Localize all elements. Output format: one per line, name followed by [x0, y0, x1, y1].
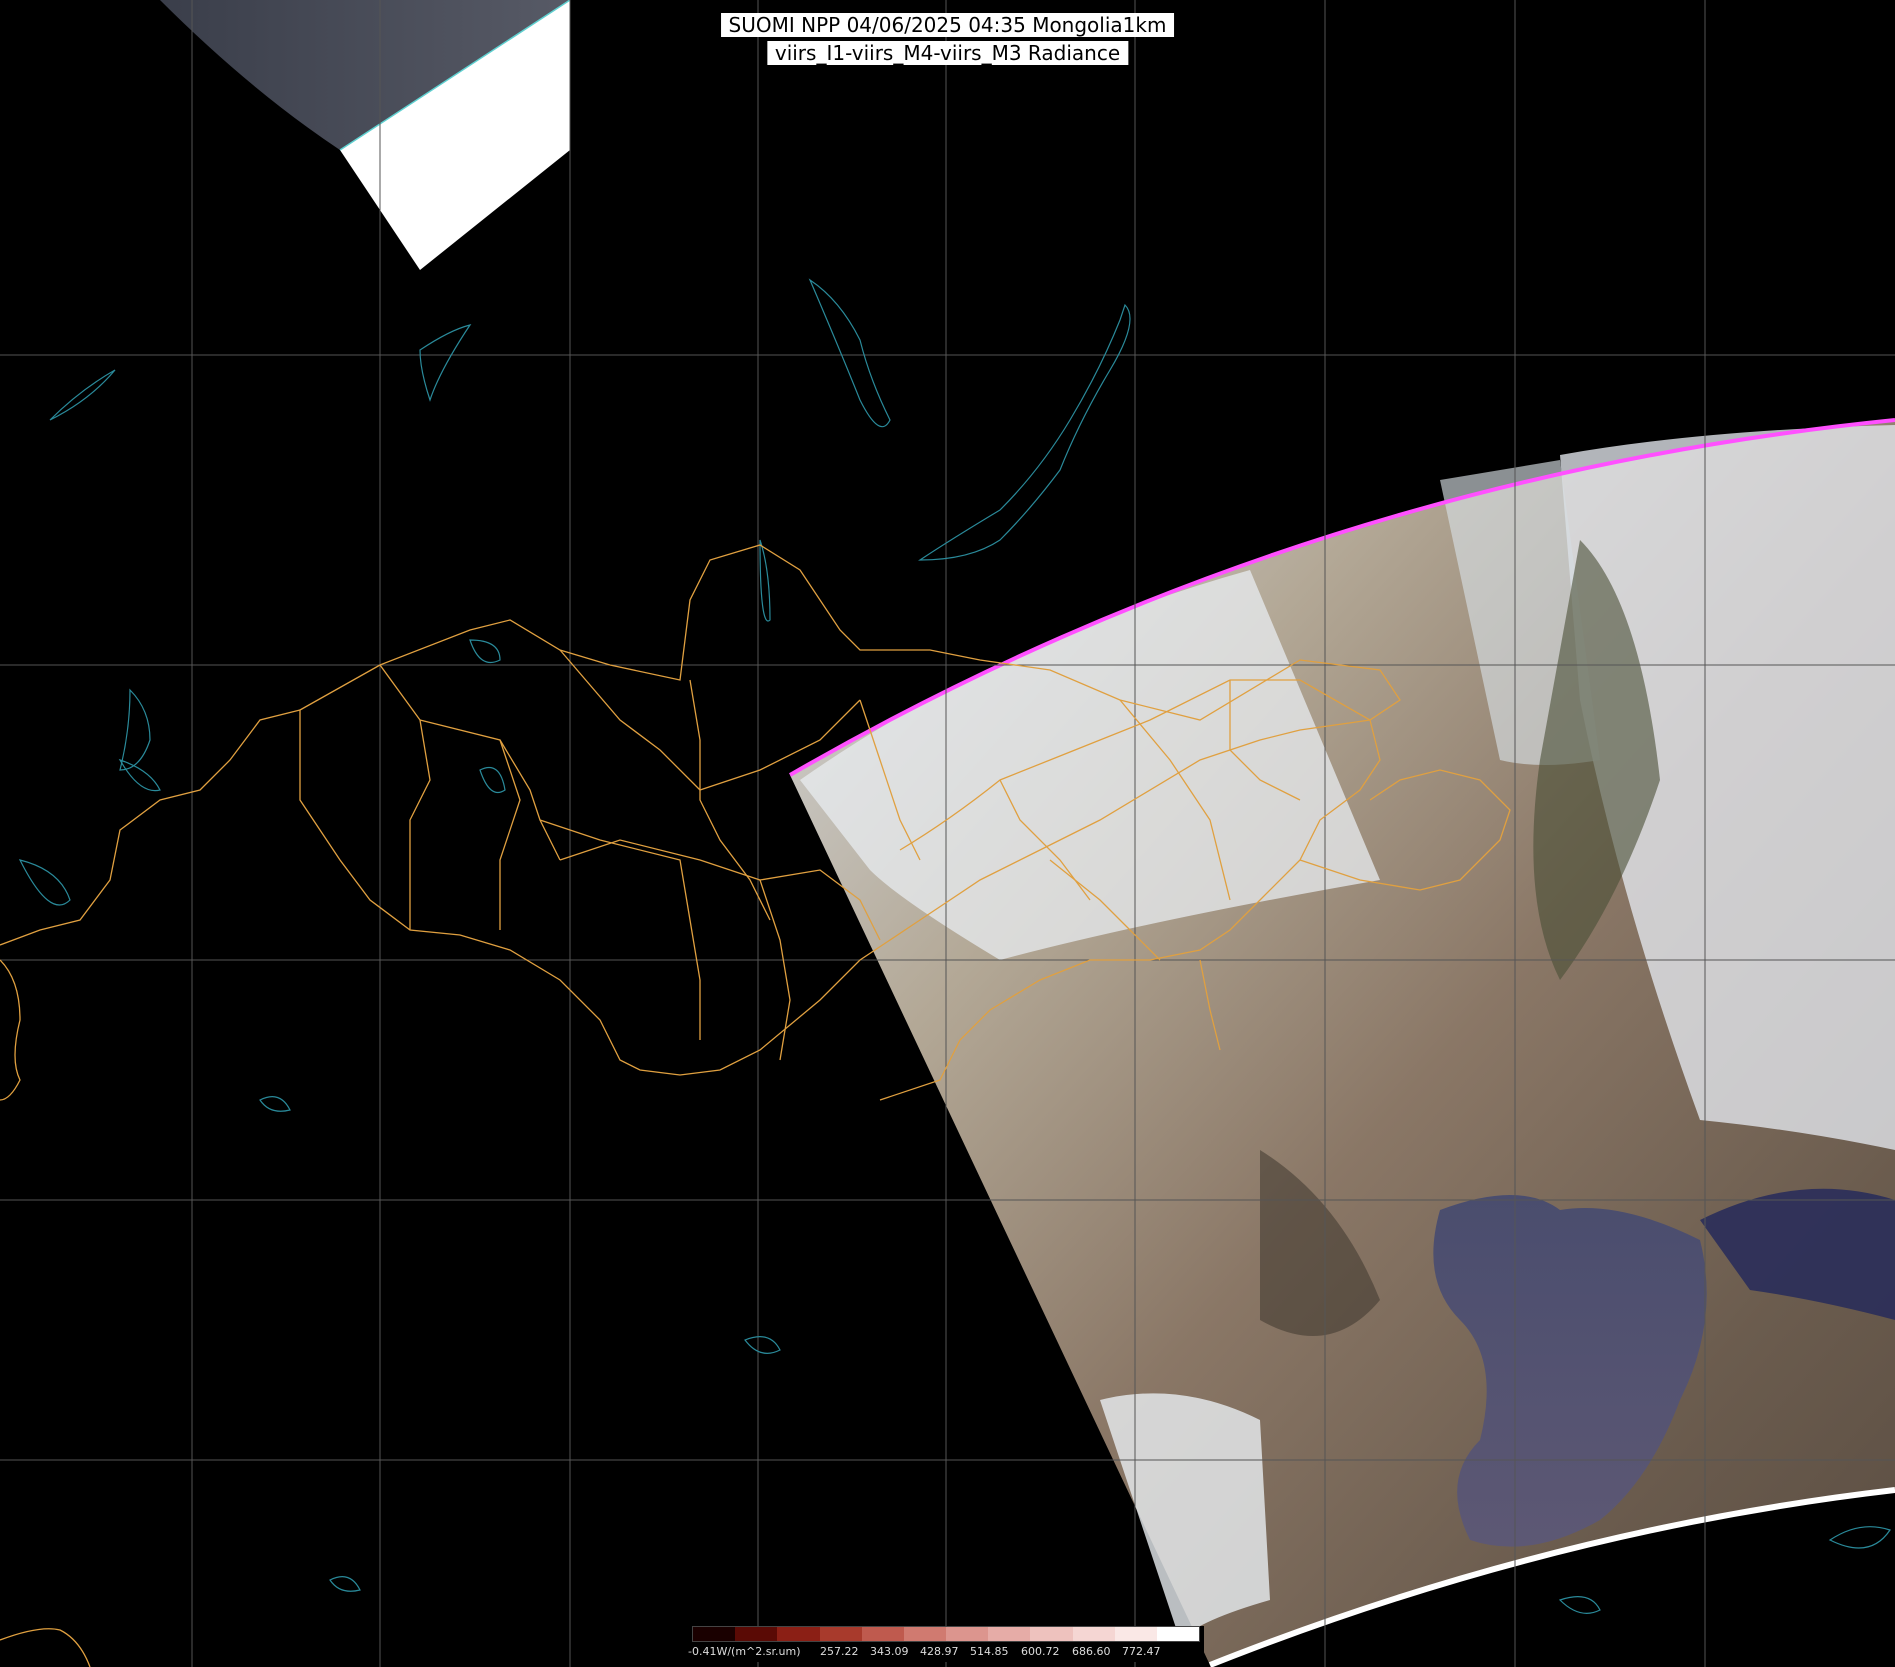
color-scale-swatch — [1072, 1627, 1115, 1641]
map-title: SUOMI NPP 04/06/2025 04:35 Mongolia1km — [720, 13, 1175, 37]
color-scale-tick: 428.97 — [920, 1645, 959, 1658]
color-scale-labels: -0.41W/(m^2.sr.um) 257.22 343.09 428.97 … — [688, 1645, 1204, 1659]
color-scale-swatch — [903, 1627, 947, 1641]
color-scale-swatch — [861, 1627, 904, 1641]
top-swath — [160, 0, 571, 270]
color-scale-swatch — [1156, 1627, 1200, 1641]
color-scale-tick: 686.60 — [1072, 1645, 1111, 1658]
color-scale-tick: 600.72 — [1021, 1645, 1060, 1658]
color-scale-unit-label: -0.41W/(m^2.sr.um) — [688, 1645, 801, 1658]
color-scale-swatch — [777, 1627, 820, 1641]
color-scale-legend: -0.41W/(m^2.sr.um) 257.22 343.09 428.97 … — [688, 1626, 1204, 1662]
color-scale-bar — [692, 1626, 1200, 1642]
color-scale-swatch — [735, 1627, 778, 1641]
color-scale-swatch — [819, 1627, 862, 1641]
color-scale-tick: 343.09 — [870, 1645, 909, 1658]
color-scale-tick: 772.47 — [1122, 1645, 1161, 1658]
map-subtitle: viirs_I1-viirs_M4-viirs_M3 Radiance — [766, 41, 1129, 65]
color-scale-tick: 514.85 — [970, 1645, 1009, 1658]
main-swath — [788, 418, 1895, 1667]
satellite-map — [0, 0, 1895, 1667]
color-scale-swatch — [988, 1627, 1031, 1641]
color-scale-swatch — [1030, 1627, 1073, 1641]
color-scale-tick: 257.22 — [820, 1645, 859, 1658]
color-scale-swatch — [1114, 1627, 1157, 1641]
color-scale-swatch — [946, 1627, 989, 1641]
color-scale-swatch — [693, 1627, 736, 1641]
